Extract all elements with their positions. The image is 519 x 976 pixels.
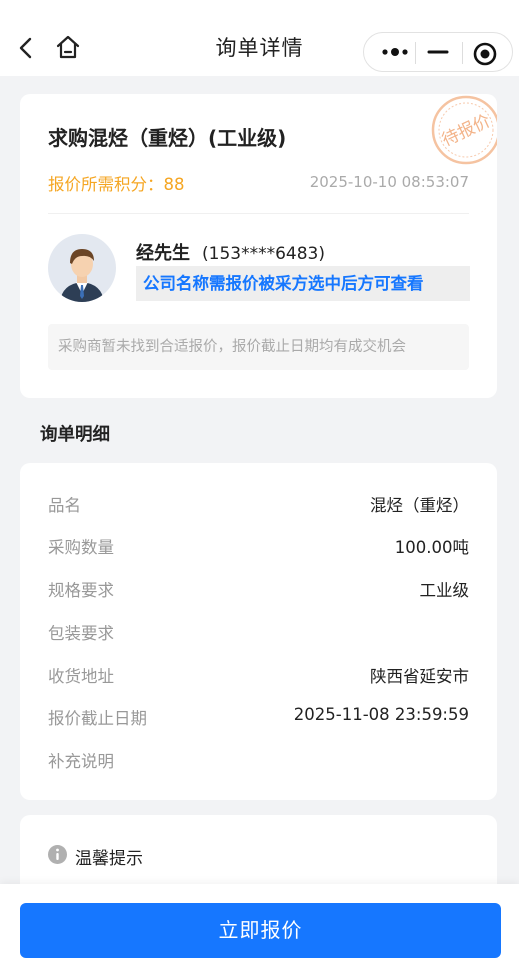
detail-label: 补充说明: [48, 752, 114, 771]
detail-row: 包装要求: [48, 620, 469, 646]
divider: [48, 213, 469, 214]
quote-now-button[interactable]: 立即报价: [20, 903, 501, 958]
detail-section-title: 询单明细: [40, 425, 110, 445]
close-target-icon[interactable]: [472, 41, 498, 67]
contact-name: 经先生: [136, 243, 190, 264]
required-points: 报价所需积分：88: [48, 171, 185, 195]
inquiry-date: 2025-10-10 08:53:07: [309, 173, 469, 191]
buyer-notice: 采购商暂未找到合适报价，报价截止日期均有成交机会: [48, 324, 469, 370]
detail-label: 报价截止日期: [48, 709, 147, 728]
capsule-divider: [415, 42, 416, 64]
top-nav-bar: 询单详情: [0, 0, 519, 76]
info-icon: [48, 845, 67, 864]
detail-row: 报价截止日期 2025-11-08 23:59:59: [48, 705, 469, 731]
detail-value: 2025-11-08 23:59:59: [293, 705, 469, 724]
contact-info: 经先生 (153****6483): [136, 239, 325, 265]
minimize-icon[interactable]: [426, 43, 450, 61]
tips-title: 温馨提示: [75, 849, 143, 869]
detail-value: 工业级: [419, 581, 470, 600]
detail-value: 混烃（重烃）: [370, 496, 469, 515]
more-icon[interactable]: [380, 43, 410, 61]
contact-phone: (153****6483): [202, 244, 325, 264]
detail-row: 品名 混烃（重烃）: [48, 492, 469, 518]
detail-row: 补充说明: [48, 748, 469, 774]
detail-value: 100.00吨: [394, 538, 469, 557]
points-label: 报价所需积分：: [48, 175, 164, 194]
inquiry-detail-card: 品名 混烃（重烃） 采购数量 100.00吨 规格要求 工业级 包装要求 收货地…: [20, 463, 497, 800]
mini-program-capsule: [363, 32, 513, 72]
avatar: [48, 234, 116, 302]
detail-label: 品名: [48, 496, 81, 515]
inquiry-summary-card: 待报价 求购混烃（重烃）(工业级) 报价所需积分：88 2025-10-10 0…: [20, 94, 497, 398]
pending-quote-stamp: 待报价: [431, 95, 497, 165]
capsule-divider: [462, 42, 463, 64]
detail-label: 收货地址: [48, 667, 114, 686]
detail-row: 采购数量 100.00吨: [48, 534, 469, 560]
bottom-action-bar: 立即报价: [0, 884, 519, 976]
detail-label: 规格要求: [48, 581, 114, 600]
detail-value: 陕西省延安市: [370, 667, 469, 686]
detail-row: 规格要求 工业级: [48, 577, 469, 603]
detail-label: 采购数量: [48, 538, 114, 557]
detail-label: 包装要求: [48, 624, 114, 643]
company-name-hidden-tip: 公司名称需报价被采方选中后方可查看: [136, 266, 470, 301]
stamp-text: 待报价: [439, 111, 494, 151]
detail-row: 收货地址 陕西省延安市: [48, 663, 469, 689]
points-value: 88: [163, 175, 185, 194]
inquiry-title: 求购混烃（重烃）(工业级): [48, 126, 287, 150]
